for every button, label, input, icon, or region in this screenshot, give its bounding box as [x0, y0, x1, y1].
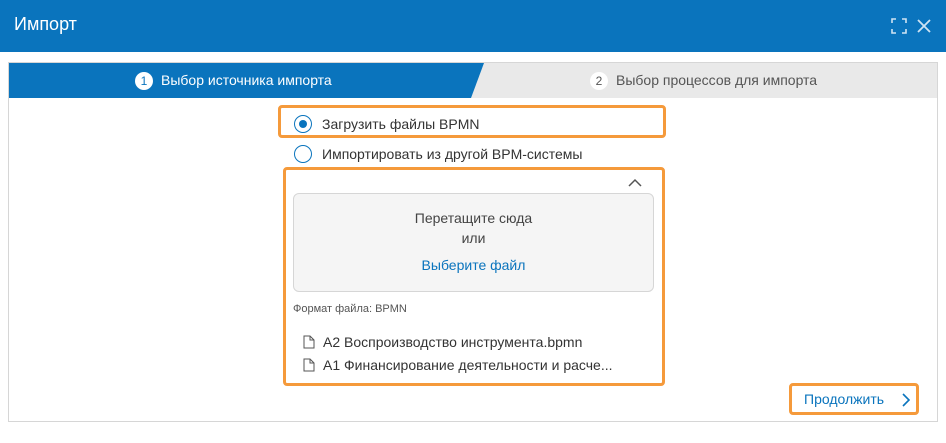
file-icon: [303, 335, 315, 349]
close-icon[interactable]: [914, 16, 934, 36]
dropzone-text: Перетащите сюда: [414, 210, 533, 226]
continue-button[interactable]: Продолжить: [795, 386, 917, 414]
file-name: A1 Финансирование деятельности и расче..…: [323, 357, 613, 373]
radio-label: Загрузить файлы BPMN: [322, 116, 480, 132]
import-dialog: Импорт 2 Выбор процессов для импорта 1 В…: [0, 0, 946, 443]
file-item[interactable]: A1 Финансирование деятельности и расче..…: [303, 355, 613, 375]
radio-upload-bpmn[interactable]: Загрузить файлы BPMN: [294, 113, 480, 135]
file-item[interactable]: A2 Воспроизводство инструмента.bpmn: [303, 332, 582, 352]
file-name: A2 Воспроизводство инструмента.bpmn: [323, 334, 583, 350]
step-select-source[interactable]: 1 Выбор источника импорта: [9, 63, 484, 98]
dialog-titlebar: Импорт: [0, 0, 946, 52]
file-icon: [303, 358, 315, 372]
radio-button[interactable]: [294, 145, 312, 163]
radio-import-bpm-system[interactable]: Импортировать из другой BPM-системы: [294, 143, 582, 165]
step-number: 2: [590, 72, 608, 90]
step-label: Выбор источника импорта: [161, 72, 332, 88]
radio-button-checked[interactable]: [294, 115, 312, 133]
file-format-hint: Формат файла: BPMN: [293, 303, 407, 315]
continue-label: Продолжить: [804, 391, 885, 407]
radio-label: Импортировать из другой BPM-системы: [322, 146, 583, 162]
dropzone-or-text: или: [461, 230, 486, 246]
wizard-steps: 2 Выбор процессов для импорта 1 Выбор ис…: [9, 63, 937, 98]
expand-icon[interactable]: [889, 16, 909, 36]
wizard-panel: 2 Выбор процессов для импорта 1 Выбор ис…: [8, 62, 938, 422]
chevron-right-icon: [902, 393, 910, 407]
dialog-title: Импорт: [14, 14, 77, 34]
chevron-up-icon[interactable]: [627, 173, 643, 187]
step-label: Выбор процессов для импорта: [616, 72, 818, 88]
step-number: 1: [135, 72, 153, 90]
choose-file-link[interactable]: Выберите файл: [294, 257, 653, 273]
file-dropzone[interactable]: Перетащите сюда или Выберите файл: [293, 193, 654, 292]
